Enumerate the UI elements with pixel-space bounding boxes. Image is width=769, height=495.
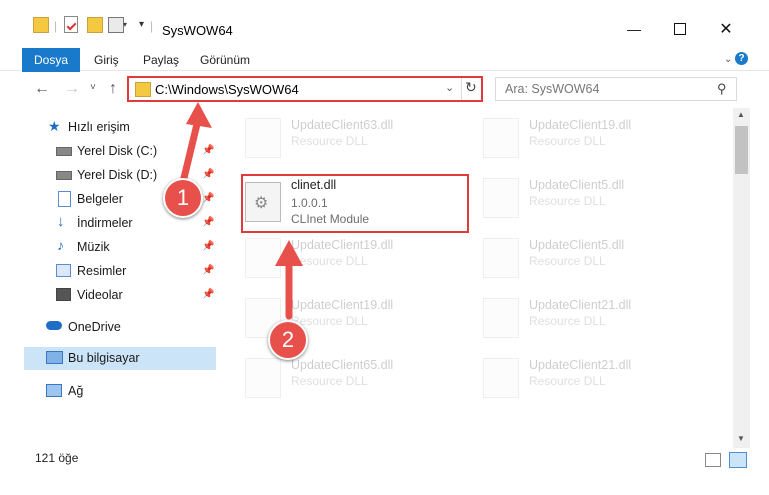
step-badge-2: 2	[268, 320, 308, 360]
arrow-1-head	[186, 102, 212, 128]
arrow-1-shaft	[180, 116, 202, 182]
step-badge-1: 1	[163, 178, 203, 218]
arrow-2-head	[275, 240, 303, 266]
annotation-arrows	[180, 102, 303, 320]
